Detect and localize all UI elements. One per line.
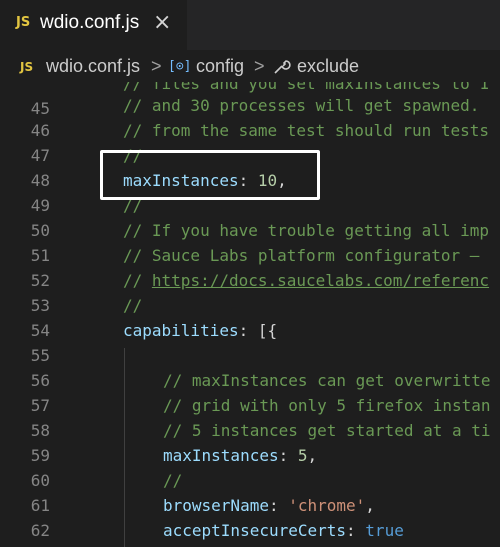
- code-line: 58 // grid with only 5 firefox instan: [0, 393, 500, 440]
- code-line: 54 //: [0, 293, 500, 340]
- code-comment: // Sauce Labs platform configurator –: [123, 246, 480, 265]
- code-comment: //: [163, 471, 183, 490]
- tab-label: wdio.conf.js: [40, 12, 140, 33]
- chevron-right-icon: >: [254, 56, 265, 76]
- code-comment: //: [123, 271, 152, 290]
- property-key: capabilities: [123, 321, 239, 340]
- code-comment: // maxInstances can get overwritte: [163, 371, 491, 390]
- code-line: 55 capabilities: [{: [0, 318, 500, 365]
- tab-wdio-conf[interactable]: JS wdio.conf.js ×: [0, 0, 187, 50]
- code-line: 47 // from the same test should run test…: [0, 118, 500, 165]
- breadcrumb: JS wdio.conf.js > [⊙] config > exclude: [0, 50, 500, 82]
- code-line: 52 // Sauce Labs platform configurator –: [0, 243, 500, 290]
- code-line: 62 browserName: 'chrome',: [0, 493, 500, 540]
- code-line: 63 acceptInsecureCerts: true: [0, 518, 500, 547]
- code-comment: // If you have trouble getting all imp: [123, 221, 490, 240]
- property-key: browserName: [163, 496, 269, 515]
- chevron-right-icon: >: [151, 56, 162, 76]
- code-line: 46 // and 30 processes will get spawned.: [0, 93, 500, 140]
- breadcrumb-exclude[interactable]: exclude: [297, 56, 359, 77]
- code-comment: //: [123, 296, 143, 315]
- line-number: 63: [0, 543, 50, 547]
- code-line: 53 // https://docs.saucelabs.com/referen…: [0, 268, 500, 315]
- breadcrumb-config[interactable]: config: [196, 56, 244, 77]
- code-line: 60 maxInstances: 5,: [0, 443, 500, 490]
- code-line: 51 // If you have trouble getting all im…: [0, 218, 500, 265]
- close-icon[interactable]: ×: [153, 11, 171, 35]
- property-key: maxInstances: [163, 446, 279, 465]
- wrench-icon: [272, 56, 292, 81]
- code-comment: // and 30 processes will get spawned.: [123, 96, 480, 115]
- number-value: 5: [297, 446, 308, 465]
- highlight-box: [100, 150, 320, 200]
- code-comment: // grid with only 5 firefox instan: [163, 396, 491, 415]
- breadcrumb-file[interactable]: wdio.conf.js: [46, 56, 140, 77]
- bracket: [{: [257, 321, 278, 340]
- javascript-file-icon: JS: [20, 60, 34, 74]
- code-line: 57 // maxInstances can get overwritte: [0, 368, 500, 415]
- docs-link[interactable]: https://docs.saucelabs.com/referenc: [152, 271, 489, 290]
- property-key: acceptInsecureCerts: [163, 521, 347, 540]
- code-line: 59 // 5 instances get started at a ti: [0, 418, 500, 465]
- code-line: 61 //: [0, 468, 500, 515]
- variable-icon: [⊙]: [168, 59, 192, 74]
- code-comment: // from the same test should run tests: [123, 121, 490, 140]
- code-line: 56: [0, 343, 500, 390]
- boolean-value: true: [365, 521, 404, 540]
- code-comment: // 5 instances get started at a ti: [163, 421, 491, 440]
- tab-bar: JS wdio.conf.js ×: [0, 0, 500, 50]
- javascript-file-icon: JS: [16, 15, 31, 30]
- string-value: 'chrome': [288, 496, 366, 515]
